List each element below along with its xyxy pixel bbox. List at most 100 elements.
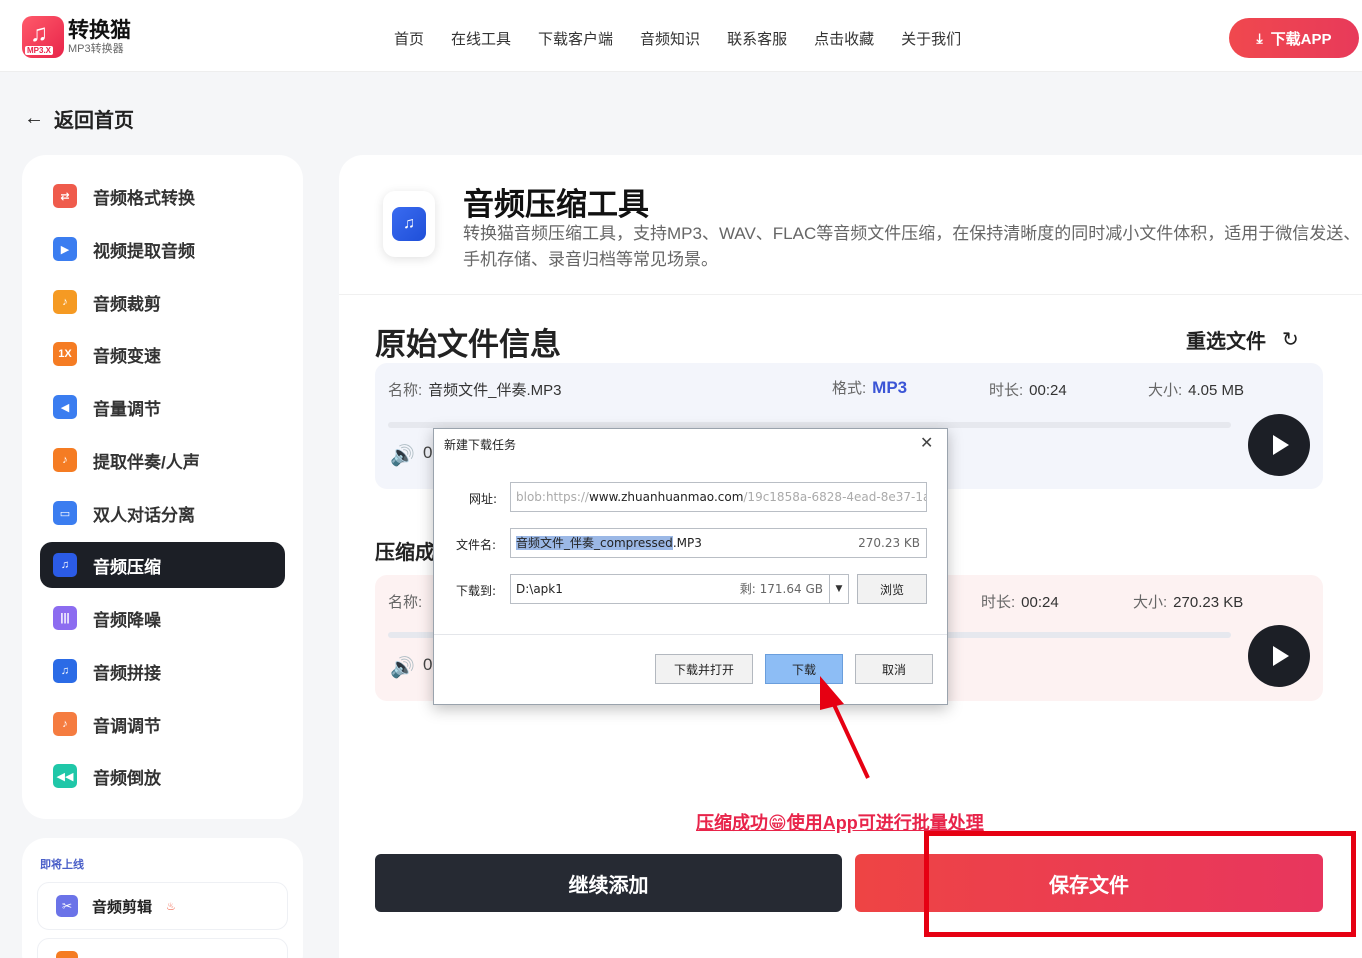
saveto-path-field[interactable]: D:\apk1 剩: 171.64 GB — [510, 574, 830, 604]
download-icon: ⤓ — [1256, 29, 1263, 46]
chevron-down-icon[interactable]: ▼ — [829, 574, 849, 604]
logo-subtitle: MP3转换器 — [68, 42, 124, 55]
coming-soon-title: 即将上线 — [40, 859, 84, 871]
compressed-name: 名称: — [388, 594, 423, 611]
dialog-divider — [434, 634, 947, 635]
original-size: 大小: 4.05 MB — [1148, 382, 1245, 399]
speaker-icon[interactable]: 🔊 — [390, 443, 415, 468]
reselect-label: 重选文件 — [1186, 331, 1266, 353]
close-icon[interactable]: ✕ — [920, 433, 933, 452]
compressed-size: 大小: 270.23 KB — [1133, 594, 1244, 611]
red-arrow-annotation — [820, 676, 870, 779]
vocal-icon: ♪ — [53, 448, 77, 472]
compress-icon: ♫ — [53, 553, 77, 577]
sidebar-item-audio-crop[interactable]: ♪ 音频裁剪 — [40, 279, 285, 325]
dialog-icon: ▭ — [53, 501, 77, 525]
new-download-dialog: 新建下载任务 ✕ 网址: blob:https://www.zhuanhuanm… — [433, 428, 948, 705]
tool-hero: ♫ 音频压缩工具 转换猫音频压缩工具，支持MP3、WAV、FLAC等音频文件压缩… — [339, 155, 1362, 295]
sidebar-item-label: 视频提取音频 — [93, 241, 195, 261]
soon-item-next[interactable]: ♪ — [37, 938, 288, 958]
compressed-duration: 时长: 00:24 — [981, 594, 1059, 611]
sidebar-item-label: 音频格式转换 — [93, 188, 195, 208]
highlight-box — [924, 831, 1356, 937]
original-play-button[interactable] — [1248, 414, 1310, 476]
sidebar-item-label: 音调调节 — [93, 716, 161, 736]
compressed-section-title: 压缩成 — [375, 542, 435, 564]
main-nav: 首页 在线工具 下载客户端 音频知识 联系客服 点击收藏 关于我们 — [394, 28, 988, 49]
video-audio-icon: ▶ — [53, 237, 77, 261]
original-format: 格式: MP3 — [832, 378, 908, 397]
nav-online-tools[interactable]: 在线工具 — [451, 28, 511, 49]
reselect-file-button[interactable]: 重选文件 ↻ — [1186, 325, 1299, 354]
site-logo[interactable]: ♫ MP3.X 转换猫 MP3转换器 — [22, 16, 131, 58]
nav-audio-knowledge[interactable]: 音频知识 — [640, 28, 700, 49]
sidebar-item-label: 音频降噪 — [93, 610, 161, 630]
sidebar-item-label: 提取伴奏/人声 — [93, 452, 200, 472]
nav-home[interactable]: 首页 — [394, 28, 424, 49]
original-time: 0 — [423, 443, 433, 462]
download-and-open-button[interactable]: 下载并打开 — [655, 654, 753, 684]
speaker-icon[interactable]: 🔊 — [390, 655, 415, 680]
sidebar-item-reverse[interactable]: ◀◀ 音频倒放 — [40, 753, 285, 799]
compressed-time: 0 — [423, 655, 433, 674]
arrow-left-icon: ← — [24, 107, 44, 129]
sidebar-item-label: 音频裁剪 — [93, 294, 161, 314]
sidebar-item-video-to-audio[interactable]: ▶ 视频提取音频 — [40, 226, 285, 272]
nav-download-client[interactable]: 下载客户端 — [538, 28, 613, 49]
sidebar-item-label: 音频变速 — [93, 346, 161, 366]
coming-soon-panel: 即将上线 ✂ 音频剪辑 ♨ ♪ — [22, 838, 303, 958]
nav-about[interactable]: 关于我们 — [901, 28, 961, 49]
sidebar-item-audio-speed[interactable]: 1X 音频变速 — [40, 331, 285, 377]
scissors-icon: ✂ — [56, 895, 78, 917]
fire-icon: ♨ — [166, 900, 176, 913]
sidebar-item-label: 音频拼接 — [93, 663, 161, 683]
filename-size: 270.23 KB — [858, 536, 920, 550]
sidebar-item-dialog-separate[interactable]: ▭ 双人对话分离 — [40, 490, 285, 536]
top-navbar: ♫ MP3.X 转换猫 MP3转换器 首页 在线工具 下载客户端 音频知识 联系… — [0, 0, 1362, 72]
logo-tag: MP3.X — [25, 46, 54, 55]
speed-icon: 1X — [53, 342, 77, 366]
free-space: 剩: 171.64 GB — [739, 582, 823, 596]
dialog-title: 新建下载任务 — [444, 438, 517, 452]
sidebar-item-label: 双人对话分离 — [93, 505, 195, 525]
sidebar-item-audio-compress[interactable]: ♫ 音频压缩 — [40, 542, 285, 588]
filename-label: 文件名: — [456, 538, 497, 552]
sidebar-item-label: 音频压缩 — [93, 557, 161, 577]
browse-button[interactable]: 浏览 — [857, 574, 927, 604]
url-label: 网址: — [469, 492, 498, 506]
sidebar-item-vocal-extract[interactable]: ♪ 提取伴奏/人声 — [40, 437, 285, 483]
sidebar-item-volume[interactable]: ◀ 音量调节 — [40, 384, 285, 430]
crop-icon: ♪ — [53, 290, 77, 314]
nav-contact-support[interactable]: 联系客服 — [727, 28, 787, 49]
soon-item-label: 音频剪辑 — [92, 898, 153, 916]
reverse-icon: ◀◀ — [53, 764, 77, 788]
sidebar-item-merge[interactable]: ♫ 音频拼接 — [40, 648, 285, 694]
denoise-icon: ||| — [53, 606, 77, 630]
continue-add-button[interactable]: 继续添加 — [375, 854, 842, 912]
sidebar-item-format-convert[interactable]: ⇄ 音频格式转换 — [40, 173, 285, 219]
sidebar-item-label: 音量调节 — [93, 399, 161, 419]
original-duration: 时长: 00:24 — [989, 382, 1067, 399]
saveto-label: 下载到: — [456, 584, 497, 598]
merge-icon: ♫ — [53, 659, 77, 683]
volume-icon: ◀ — [53, 395, 77, 419]
nav-bookmark[interactable]: 点击收藏 — [814, 28, 874, 49]
format-convert-icon: ⇄ — [53, 184, 77, 208]
logo-title: 转换猫 — [68, 18, 131, 42]
back-home-link[interactable]: ← 返回首页 — [24, 104, 134, 133]
pitch-icon: ♪ — [53, 712, 77, 736]
soon-item-audio-edit[interactable]: ✂ 音频剪辑 ♨ — [37, 882, 288, 930]
sidebar-item-pitch[interactable]: ♪ 音调调节 — [40, 701, 285, 747]
sidebar-item-denoise[interactable]: ||| 音频降噪 — [40, 595, 285, 641]
compress-tool-icon: ♫ — [383, 191, 435, 257]
original-name: 名称: 音频文件_伴奏.MP3 — [388, 382, 562, 399]
logo-badge-icon: ♫ MP3.X — [22, 16, 64, 58]
filename-field[interactable]: 音频文件_伴奏_compressed.MP3 270.23 KB — [510, 528, 927, 558]
url-field[interactable]: blob:https://www.zhuanhuanmao.com/19c185… — [510, 482, 927, 512]
tool-icon: ♪ — [56, 951, 78, 958]
download-app-button[interactable]: ⤓ 下载APP — [1229, 18, 1359, 58]
page-title: 音频压缩工具 — [463, 187, 649, 222]
compressed-play-button[interactable] — [1248, 625, 1310, 687]
page-description: 转换猫音频压缩工具，支持MP3、WAV、FLAC等音频文件压缩，在保持清晰度的同… — [463, 224, 1361, 269]
refresh-icon: ↻ — [1282, 329, 1299, 351]
